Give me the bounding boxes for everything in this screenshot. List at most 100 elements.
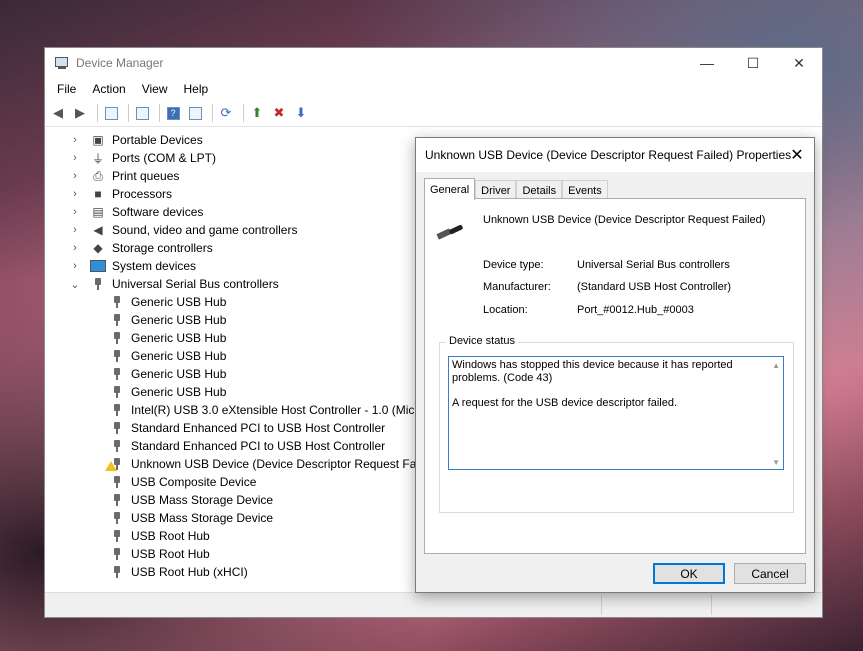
tree-category[interactable]: › ▣ Portable Devices bbox=[70, 131, 203, 149]
tree-device[interactable]: Generic USB Hub bbox=[109, 329, 226, 347]
chevron-right-icon[interactable]: › bbox=[70, 224, 80, 236]
scroll-down-icon[interactable]: ▼ bbox=[772, 458, 780, 467]
printer-icon: ⎙ bbox=[93, 168, 103, 183]
usb-plug-icon bbox=[109, 474, 125, 490]
chevron-right-icon[interactable]: › bbox=[70, 188, 80, 200]
tree-device[interactable]: USB Mass Storage Device bbox=[109, 491, 273, 509]
tab-driver[interactable]: Driver bbox=[475, 180, 517, 200]
tree-device[interactable]: Generic USB Hub bbox=[109, 293, 226, 311]
tree-device[interactable]: Generic USB Hub bbox=[109, 365, 226, 383]
scan-hardware-icon[interactable]: ⟳ bbox=[217, 104, 235, 122]
chevron-right-icon[interactable]: › bbox=[70, 260, 80, 272]
view-icon[interactable] bbox=[186, 104, 204, 122]
usb-device-icon bbox=[436, 223, 465, 243]
maximize-button[interactable]: ☐ bbox=[730, 48, 776, 78]
menu-action[interactable]: Action bbox=[84, 82, 133, 96]
usb-plug-icon bbox=[109, 492, 125, 508]
usb-plug-icon bbox=[109, 438, 125, 454]
tree-category-label: Sound, video and game controllers bbox=[112, 223, 298, 237]
cancel-button[interactable]: Cancel bbox=[734, 563, 806, 584]
menu-view[interactable]: View bbox=[134, 82, 176, 96]
dialog-close-icon[interactable]: ✕ bbox=[780, 138, 814, 172]
chevron-right-icon[interactable]: › bbox=[70, 134, 80, 146]
dialog-title-bar[interactable]: Unknown USB Device (Device Descriptor Re… bbox=[416, 138, 814, 172]
device-status-label: Device status bbox=[446, 335, 519, 347]
location-value: Port_#0012.Hub_#0003 bbox=[577, 304, 694, 316]
tree-category[interactable]: › ■ Processors bbox=[70, 185, 172, 203]
tree-device-label: Intel(R) USB 3.0 eXtensible Host Control… bbox=[131, 403, 432, 417]
tree-device-label: USB Root Hub (xHCI) bbox=[131, 565, 248, 579]
tree-category[interactable]: ⌄ Universal Serial Bus controllers bbox=[70, 275, 279, 293]
tree-device-warning[interactable]: Unknown USB Device (Device Descriptor Re… bbox=[105, 455, 435, 473]
enable-device-icon[interactable]: ⬇ bbox=[292, 104, 310, 122]
tree-device[interactable]: USB Mass Storage Device bbox=[109, 509, 273, 527]
tree-device[interactable]: USB Root Hub bbox=[109, 545, 210, 563]
tree-category[interactable]: › System devices bbox=[70, 257, 196, 275]
tree-device-label: USB Mass Storage Device bbox=[131, 493, 274, 507]
tree-device[interactable]: Generic USB Hub bbox=[109, 383, 226, 401]
tab-general[interactable]: General bbox=[424, 178, 476, 200]
tree-category[interactable]: › ◀ Sound, video and game controllers bbox=[70, 221, 297, 239]
tree-category-label: Processors bbox=[112, 187, 173, 201]
tree-device[interactable]: USB Root Hub (xHCI) bbox=[109, 563, 248, 581]
device-status-textbox[interactable]: Windows has stopped this device because … bbox=[448, 356, 784, 470]
tree-device-label: Generic USB Hub bbox=[131, 349, 227, 363]
update-driver-icon[interactable]: ⬆ bbox=[248, 104, 266, 122]
tree-category[interactable]: › ▤ Software devices bbox=[70, 203, 203, 221]
device-name: Unknown USB Device (Device Descriptor Re… bbox=[483, 214, 766, 226]
tree-category[interactable]: › ⎙ Print queues bbox=[70, 167, 179, 185]
chevron-right-icon[interactable]: › bbox=[70, 170, 80, 182]
menu-file[interactable]: File bbox=[49, 82, 84, 96]
title-bar[interactable]: Device Manager — ☐ ✕ bbox=[45, 48, 822, 78]
chevron-right-icon[interactable]: › bbox=[70, 152, 80, 164]
tree-device-label: Generic USB Hub bbox=[131, 367, 227, 381]
scroll-up-icon[interactable]: ▲ bbox=[772, 361, 780, 370]
tree-category-label: Universal Serial Bus controllers bbox=[112, 277, 279, 291]
tree-device[interactable]: USB Composite Device bbox=[109, 473, 256, 491]
tree-device[interactable]: Intel(R) USB 3.0 eXtensible Host Control… bbox=[109, 401, 431, 419]
tree-category[interactable]: › ⏚ Ports (COM & LPT) bbox=[70, 149, 216, 167]
menu-help[interactable]: Help bbox=[176, 82, 217, 96]
chevron-down-icon[interactable]: ⌄ bbox=[70, 278, 80, 291]
device-manager-icon bbox=[54, 56, 70, 70]
tab-events[interactable]: Events bbox=[562, 180, 608, 200]
usb-plug-icon bbox=[109, 420, 125, 436]
usb-plug-icon bbox=[109, 510, 125, 526]
chevron-right-icon[interactable]: › bbox=[70, 206, 80, 218]
tree-device-label: USB Composite Device bbox=[131, 475, 257, 489]
usb-plug-icon bbox=[109, 294, 125, 310]
tree-device[interactable]: Generic USB Hub bbox=[109, 347, 226, 365]
tree-device[interactable]: Standard Enhanced PCI to USB Host Contro… bbox=[109, 437, 385, 455]
tab-strip: General Driver Details Events bbox=[424, 178, 608, 200]
tab-details[interactable]: Details bbox=[516, 180, 563, 200]
back-icon[interactable]: ◀ bbox=[49, 104, 67, 122]
tree-category-label: Storage controllers bbox=[112, 241, 213, 255]
ok-button[interactable]: OK bbox=[653, 563, 725, 584]
tree-device[interactable]: USB Root Hub bbox=[109, 527, 210, 545]
tree-category-label: Portable Devices bbox=[112, 133, 203, 147]
tree-category[interactable]: › ◆ Storage controllers bbox=[70, 239, 213, 257]
usb-plug-icon bbox=[109, 546, 125, 562]
tree-category-label: Software devices bbox=[112, 205, 204, 219]
usb-plug-icon bbox=[109, 366, 125, 382]
properties-icon[interactable] bbox=[133, 104, 151, 122]
show-hide-tree-icon[interactable] bbox=[102, 104, 120, 122]
tree-device-label: Standard Enhanced PCI to USB Host Contro… bbox=[131, 421, 386, 435]
tree-category-label: Ports (COM & LPT) bbox=[112, 151, 217, 165]
uninstall-device-icon[interactable]: ✖ bbox=[270, 104, 288, 122]
toolbar: ◀ ▶ ? ⟳ ⬆ ✖ ⬇ bbox=[45, 100, 822, 127]
tree-device-label: USB Root Hub bbox=[131, 529, 210, 543]
tree-device[interactable]: Generic USB Hub bbox=[109, 311, 226, 329]
forward-icon[interactable]: ▶ bbox=[71, 104, 89, 122]
usb-icon bbox=[90, 276, 106, 292]
close-button[interactable]: ✕ bbox=[776, 48, 822, 78]
minimize-button[interactable]: — bbox=[684, 48, 730, 78]
general-tab-panel: Unknown USB Device (Device Descriptor Re… bbox=[424, 198, 806, 554]
speaker-icon: ◀ bbox=[93, 223, 103, 237]
help-icon[interactable]: ? bbox=[164, 104, 182, 122]
tree-device-label: USB Mass Storage Device bbox=[131, 511, 274, 525]
chevron-right-icon[interactable]: › bbox=[70, 242, 80, 254]
software-icon: ▤ bbox=[92, 205, 104, 219]
tree-device[interactable]: Standard Enhanced PCI to USB Host Contro… bbox=[109, 419, 385, 437]
location-label: Location: bbox=[483, 304, 528, 316]
